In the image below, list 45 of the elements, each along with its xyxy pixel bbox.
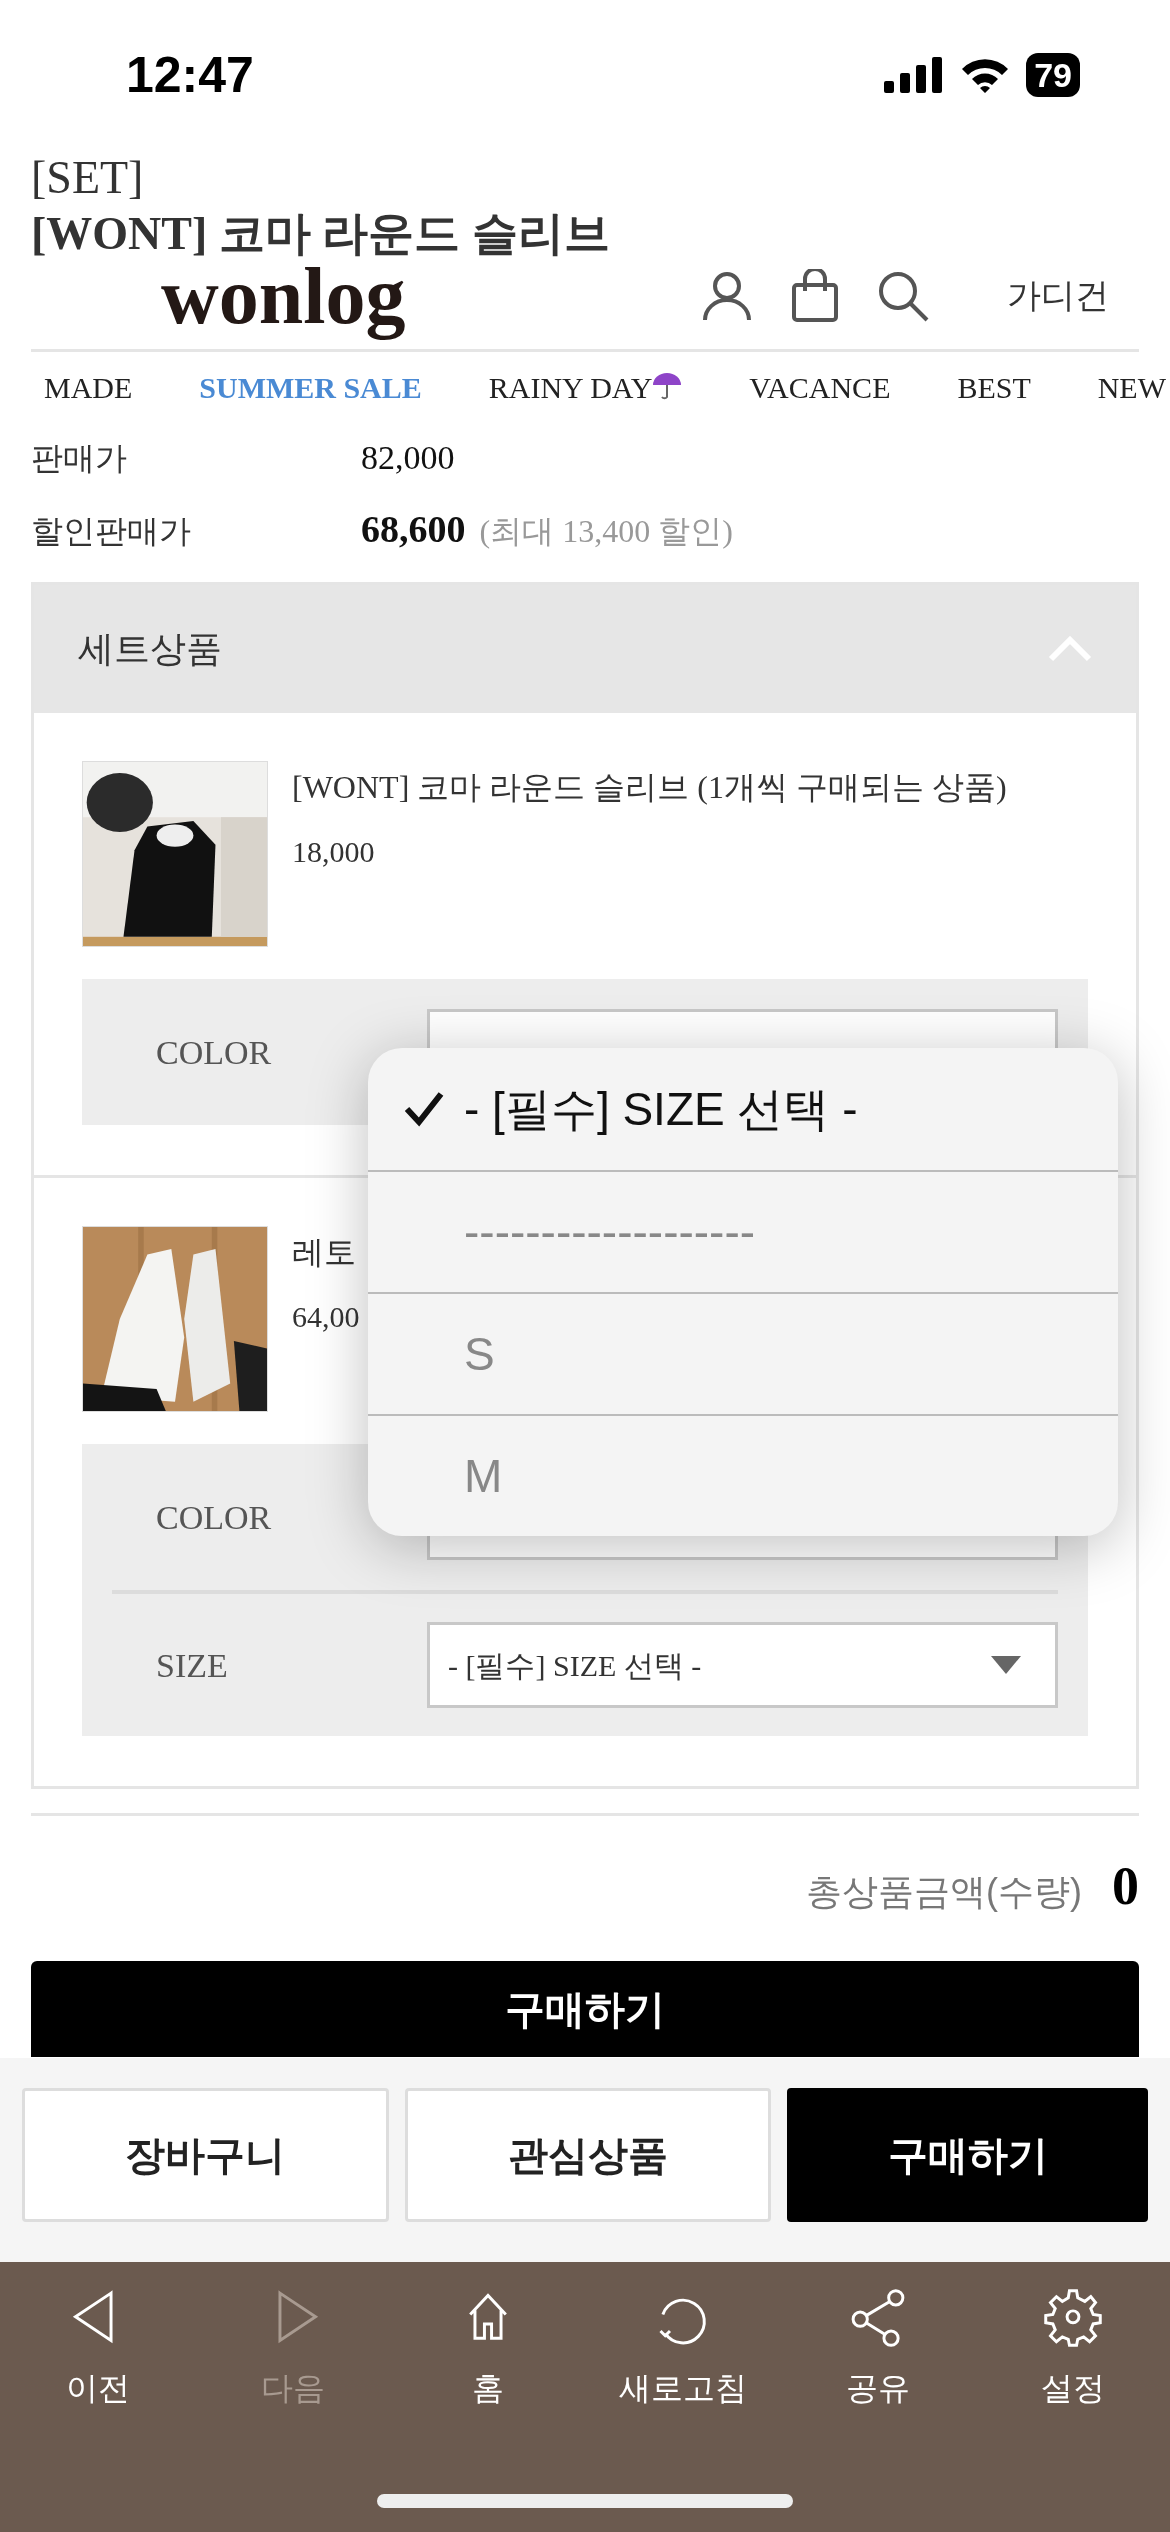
search-keyword[interactable]: 가디건 [1007, 270, 1109, 321]
toolbar-button[interactable]: 이전 [22, 2286, 173, 2412]
set-product-price: 18,000 [292, 834, 376, 870]
price-value: 82,000 [361, 438, 455, 478]
buy-button[interactable]: 구매하기 [31, 1961, 1139, 2057]
purchase-button[interactable]: 구매하기 [787, 2088, 1148, 2222]
set-product-price: 64,00 [292, 1299, 360, 1335]
nav-link[interactable]: SUMMER SALE [199, 364, 422, 410]
discount-note: (최대 13,400 할인) [479, 512, 733, 551]
nav-link[interactable]: VACANCE [749, 364, 891, 410]
nav-link[interactable]: RAINY DAY [488, 364, 683, 410]
price-label: 판매가 [31, 439, 128, 478]
nav-link[interactable]: BEST [957, 364, 1031, 410]
set-product-name: 레토 [292, 1233, 357, 1272]
status-time: 12:47 [126, 45, 254, 105]
nav-link[interactable]: MADE [44, 364, 133, 410]
shopping-bag-icon[interactable] [791, 268, 839, 323]
caret-icon [991, 1656, 1021, 1674]
dropdown-option[interactable]: - [필수] SIZE 선택 - [368, 1048, 1118, 1170]
wifi-icon [960, 57, 1011, 93]
action-button[interactable]: 장바구니 [22, 2088, 389, 2222]
toolbar-button[interactable]: 홈 [412, 2286, 563, 2412]
battery-indicator: 79 [1026, 53, 1080, 97]
toolbar-button[interactable]: 새로고침 [607, 2286, 758, 2412]
option-label: SIZE [155, 1645, 229, 1686]
total-value: 0 [1112, 1855, 1139, 1918]
toolbar-button[interactable]: 공유 [802, 2286, 953, 2412]
checkmark-icon [404, 1091, 444, 1127]
option-label: COLOR [155, 1032, 273, 1073]
set-product-name: [WONT] 코마 라운드 슬리브 (1개씩 구매되는 상품) [292, 768, 1007, 807]
option-label: COLOR [155, 1497, 273, 1538]
product-title: [WONT] 코마 라운드 슬리브 [31, 207, 611, 261]
nav-link[interactable]: NEW [1097, 364, 1166, 410]
product-title: [SET] [31, 151, 145, 205]
signal-icon [884, 57, 945, 93]
chevron-up-icon [1048, 636, 1092, 662]
price-label: 할인판매가 [31, 512, 192, 551]
search-icon[interactable] [877, 269, 929, 322]
option-select[interactable]: - [필수] SIZE 선택 - [427, 1622, 1058, 1708]
total-label: 총상품금액(수량) [806, 1870, 1082, 1914]
set-section-header[interactable]: 세트상품 [34, 585, 1136, 713]
price-value: 68,600 [361, 507, 466, 552]
toolbar-button[interactable]: 설정 [997, 2286, 1148, 2412]
action-button[interactable]: 관심상품 [404, 2088, 772, 2222]
user-icon[interactable] [701, 269, 753, 322]
